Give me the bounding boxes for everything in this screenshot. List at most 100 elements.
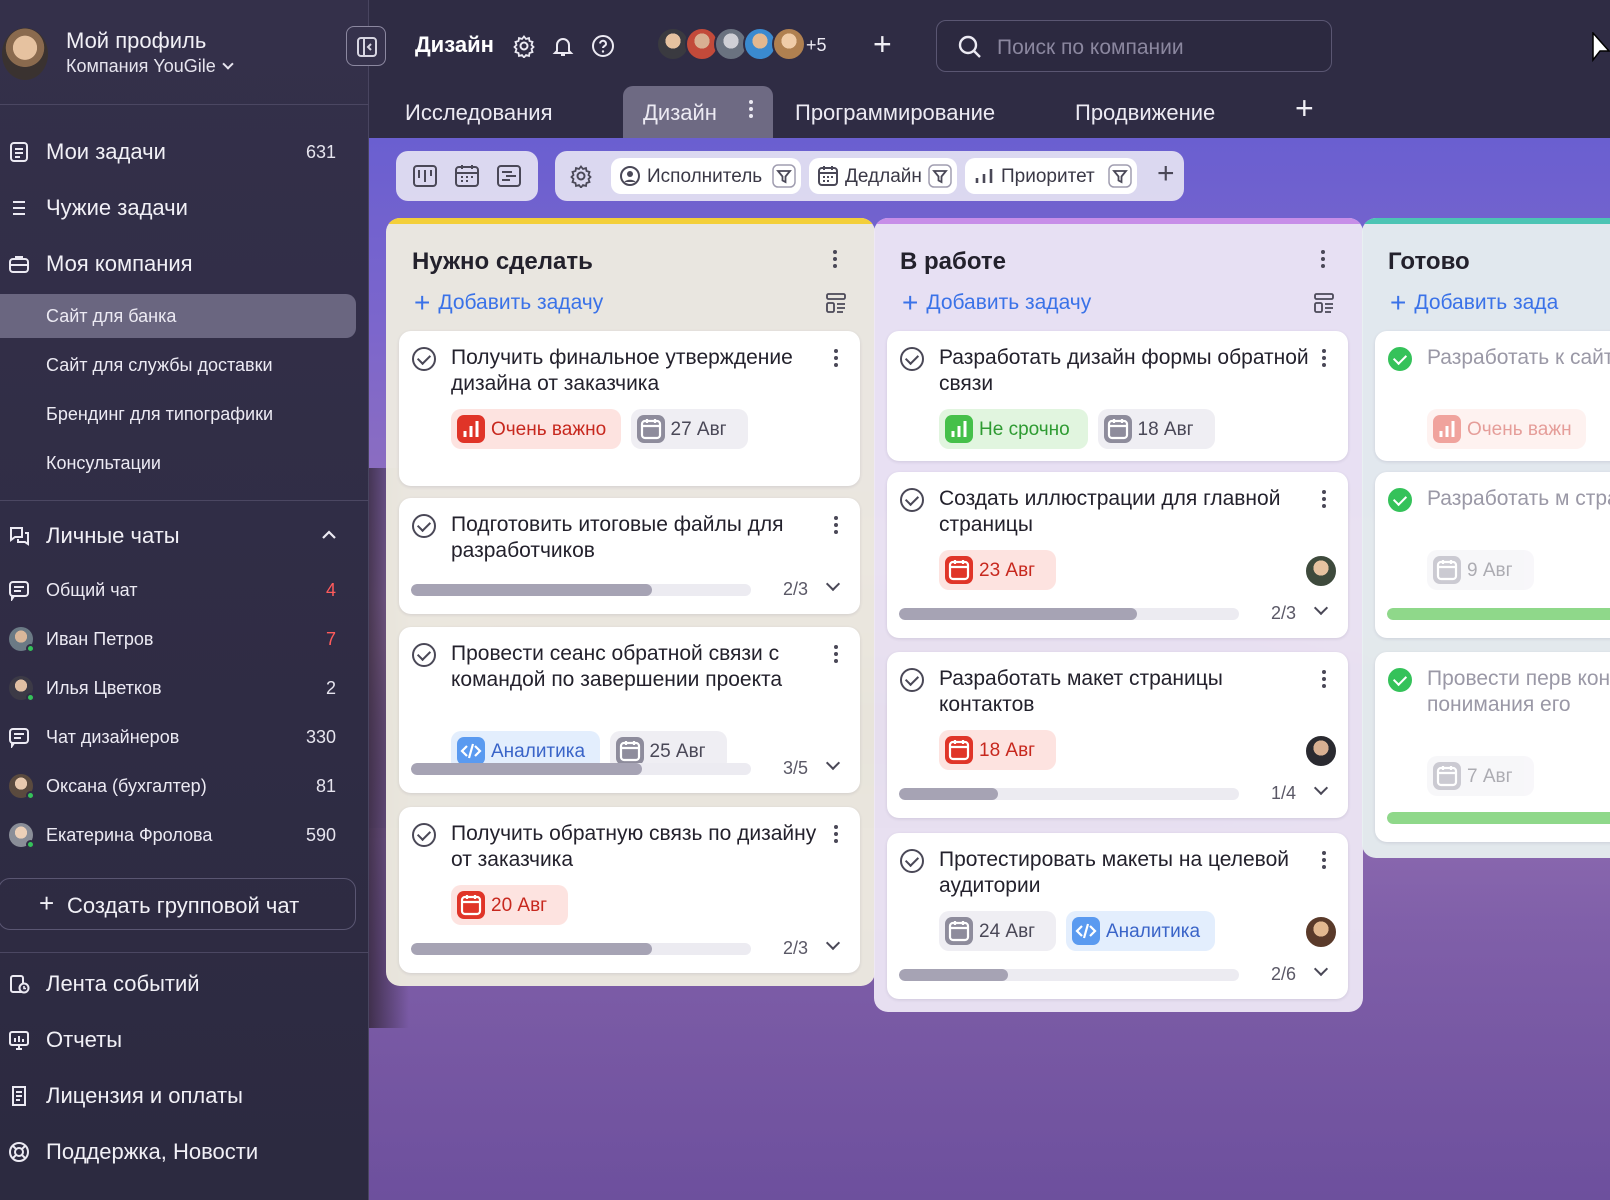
chevron-down-icon[interactable] <box>825 576 841 592</box>
chat-item-ilya[interactable]: Илья Цветков 2 <box>0 666 369 710</box>
task-card[interactable]: Получить обратную связь по дизайну от за… <box>399 807 860 973</box>
task-tag[interactable]: Очень важно <box>451 409 621 449</box>
chevron-down-icon[interactable] <box>825 935 841 951</box>
task-card[interactable]: Разработать макет страницы контактов 18 А… <box>887 652 1348 818</box>
task-tag[interactable]: 18 Авг <box>1097 409 1215 449</box>
nav-my-company[interactable]: Моя компания <box>0 242 369 286</box>
nav-license[interactable]: Лицензия и оплаты <box>0 1074 369 1118</box>
check-circle-icon[interactable] <box>900 347 924 371</box>
tab-promotion[interactable]: Продвижение <box>1075 86 1275 138</box>
task-card[interactable]: Разработать дизайн формы обратной связи Н… <box>887 331 1348 461</box>
task-tag[interactable]: 23 Авг <box>939 550 1056 590</box>
chat-item-ekaterina[interactable]: Екатерина Фролова 590 <box>0 813 369 857</box>
task-card[interactable]: Подготовить итоговые файлы для разработч… <box>399 498 860 614</box>
task-menu-icon[interactable] <box>834 825 838 846</box>
filter-assignee[interactable]: Исполнитель <box>611 158 801 194</box>
gear-icon[interactable] <box>569 164 593 188</box>
gantt-view-icon[interactable] <box>496 164 522 188</box>
check-circle-icon[interactable] <box>900 488 924 512</box>
add-task-button[interactable]: + Добавить задачу <box>902 289 1091 317</box>
chat-item-oksana[interactable]: Оксана (бухгалтер) 81 <box>0 764 369 808</box>
tab-programming[interactable]: Программирование <box>795 86 1035 138</box>
project-item-bank-site[interactable]: Сайт для банка <box>0 294 356 338</box>
check-circle-icon[interactable] <box>1388 488 1412 512</box>
check-circle-icon[interactable] <box>1388 668 1412 692</box>
assignee-avatar[interactable] <box>1304 734 1338 768</box>
task-card[interactable]: Создать иллюстрации для главной страницы… <box>887 472 1348 638</box>
add-filter-button[interactable]: + <box>1157 159 1175 189</box>
create-group-chat-button[interactable]: + Создать групповой чат <box>0 878 356 930</box>
task-card[interactable]: Провести сеанс обратной связи с командой… <box>399 627 860 793</box>
task-tag[interactable]: 18 Авг <box>939 730 1056 770</box>
search-input[interactable]: Поиск по компании <box>997 36 1184 60</box>
chevron-up-icon[interactable] <box>321 528 337 540</box>
project-item-branding[interactable]: Брендинг для типографики <box>0 392 356 436</box>
tab-design[interactable]: Дизайн <box>623 86 773 138</box>
chevron-down-icon[interactable] <box>825 755 841 771</box>
task-menu-icon[interactable] <box>834 516 838 537</box>
sidebar-collapse-button[interactable] <box>346 26 386 66</box>
chevron-down-icon[interactable] <box>1313 780 1329 796</box>
nav-others-tasks[interactable]: Чужие задачи <box>0 186 369 230</box>
check-circle-icon[interactable] <box>412 514 436 538</box>
filter-icon[interactable] <box>928 164 952 188</box>
task-menu-icon[interactable] <box>834 349 838 370</box>
company-search[interactable]: Поиск по компании <box>936 20 1332 72</box>
board-view-icon[interactable] <box>412 164 438 188</box>
check-circle-icon[interactable] <box>412 643 436 667</box>
add-member-button[interactable]: + <box>873 28 892 60</box>
filter-icon[interactable] <box>772 164 796 188</box>
nav-support[interactable]: Поддержка, Новости <box>0 1130 369 1174</box>
task-menu-icon[interactable] <box>1322 349 1326 370</box>
task-menu-icon[interactable] <box>1322 851 1326 872</box>
assignee-avatar[interactable] <box>1304 915 1338 949</box>
chat-item-general[interactable]: Общий чат 4 <box>0 568 369 612</box>
check-circle-icon[interactable] <box>900 668 924 692</box>
profile-block[interactable]: Мой профиль Компания YouGile <box>0 22 369 86</box>
task-tag[interactable]: 9 Авг <box>1427 550 1534 590</box>
task-card[interactable]: Протестировать макеты на целевой аудитор… <box>887 833 1348 999</box>
help-icon[interactable] <box>591 34 615 58</box>
add-tab-button[interactable]: + <box>1295 92 1314 124</box>
task-template-icon[interactable] <box>1313 292 1335 314</box>
tab-research[interactable]: Исследования <box>395 86 595 138</box>
task-menu-icon[interactable] <box>834 645 838 666</box>
column-menu-icon[interactable] <box>833 250 839 271</box>
task-tag[interactable]: 20 Авг <box>451 885 568 925</box>
nav-personal-chats[interactable]: Личные чаты <box>0 514 369 558</box>
nav-events-feed[interactable]: Лента событий <box>0 962 369 1006</box>
add-task-button[interactable]: + Добавить зада <box>1390 289 1558 317</box>
task-card[interactable]: Получить финальное утверждение дизайна о… <box>399 331 860 486</box>
assignee-avatar[interactable] <box>1304 554 1338 588</box>
task-card[interactable]: Разработать к сайта Очень важн <box>1375 331 1610 461</box>
task-card[interactable]: Разработать м страницы 9 Авг <box>1375 472 1610 638</box>
task-tag[interactable]: Очень важн <box>1427 409 1586 449</box>
check-circle-icon[interactable] <box>412 347 436 371</box>
task-card[interactable]: Провести перв консультации понимания его… <box>1375 652 1610 842</box>
add-task-button[interactable]: + Добавить задачу <box>414 289 603 317</box>
nav-my-tasks[interactable]: Мои задачи 631 <box>0 130 369 174</box>
column-menu-icon[interactable] <box>1321 250 1327 271</box>
nav-reports[interactable]: Отчеты <box>0 1018 369 1062</box>
filter-icon[interactable] <box>1108 164 1132 188</box>
project-item-delivery-site[interactable]: Сайт для службы доставки <box>0 343 356 387</box>
filter-priority[interactable]: Приоритет <box>965 158 1137 194</box>
task-menu-icon[interactable] <box>1322 670 1326 691</box>
check-circle-icon[interactable] <box>1388 347 1412 371</box>
task-tag[interactable]: 24 Авг <box>939 911 1056 951</box>
task-tag[interactable]: Аналитика <box>1066 911 1215 951</box>
gear-icon[interactable] <box>512 34 536 58</box>
task-menu-icon[interactable] <box>1322 490 1326 511</box>
tab-menu-icon[interactable] <box>749 100 753 121</box>
check-circle-icon[interactable] <box>900 849 924 873</box>
task-tag[interactable]: 7 Авг <box>1427 756 1534 796</box>
task-template-icon[interactable] <box>825 292 847 314</box>
check-circle-icon[interactable] <box>412 823 436 847</box>
chevron-down-icon[interactable] <box>1313 961 1329 977</box>
task-tag[interactable]: Не срочно <box>939 409 1088 449</box>
bell-icon[interactable] <box>551 34 575 58</box>
company-switcher[interactable]: Компания YouGile <box>66 56 234 77</box>
chevron-down-icon[interactable] <box>1313 600 1329 616</box>
calendar-view-icon[interactable] <box>454 164 480 188</box>
chat-item-designers[interactable]: Чат дизайнеров 330 <box>0 715 369 759</box>
